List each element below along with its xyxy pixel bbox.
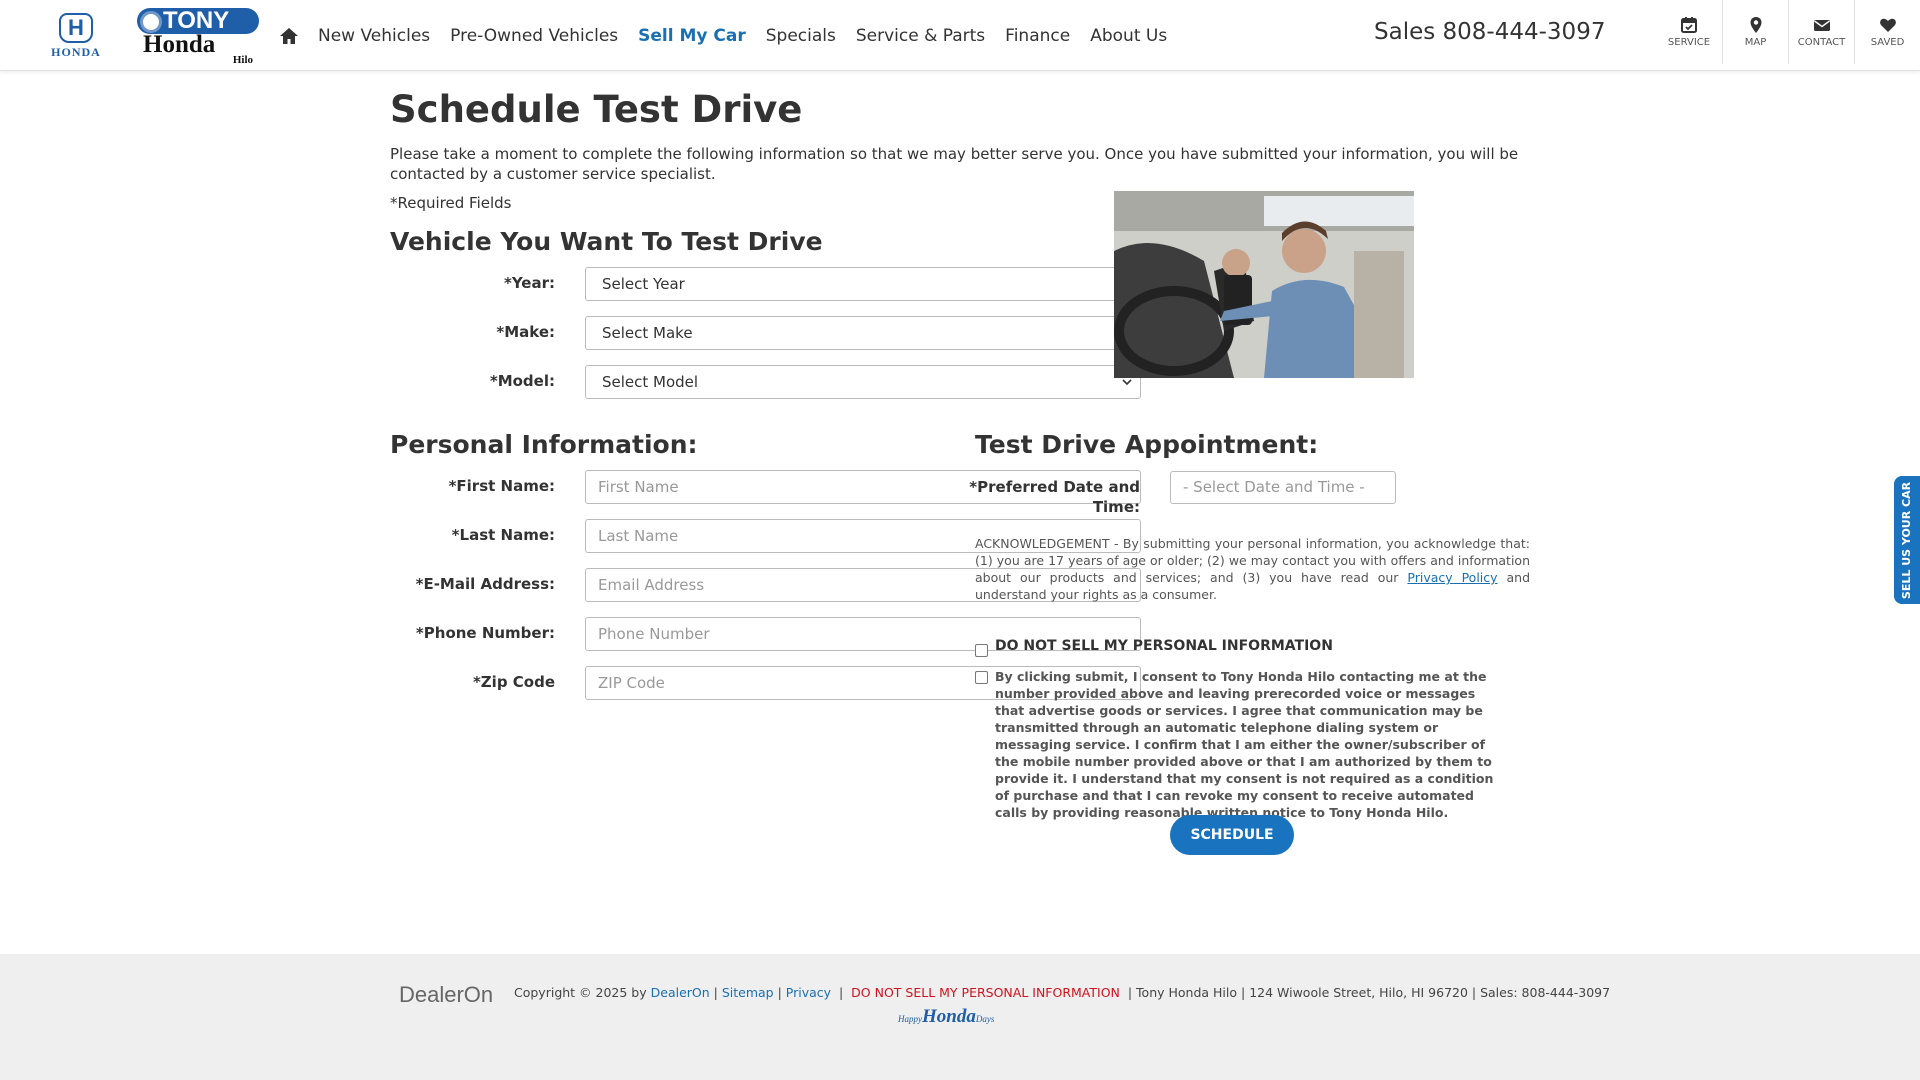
dealer-logo-middle: Honda	[143, 31, 216, 58]
side-tab-label: SELL US YOUR CAR	[1900, 481, 1914, 599]
honda-h-mark: H	[59, 13, 93, 43]
dealer-logo-top-text: TONY	[163, 7, 230, 34]
date-time-picker[interactable]: - Select Date and Time -	[1170, 471, 1396, 504]
map-pin-icon	[1750, 17, 1761, 33]
year-select-value: Select Year	[602, 275, 685, 293]
chevron-down-icon	[1122, 379, 1132, 386]
schedule-button[interactable]: SCHEDULE	[1170, 815, 1294, 855]
envelope-icon	[1813, 20, 1830, 31]
appointment-heading: Test Drive Appointment:	[975, 430, 1319, 459]
tool-saved[interactable]: SAVED	[1854, 0, 1920, 64]
last-name-label: *Last Name:	[451, 526, 555, 544]
do-not-sell-label: DO NOT SELL MY PERSONAL INFORMATION	[995, 638, 1333, 654]
sell-us-your-car-tab[interactable]: SELL US YOUR CAR	[1894, 476, 1920, 604]
hhd-post: Days	[975, 1014, 995, 1024]
test-drive-photo	[1114, 191, 1414, 378]
consent-checkbox[interactable]	[975, 671, 988, 684]
honda-logo[interactable]: H HONDA	[42, 13, 110, 59]
date-label-line1: *Preferred Date and	[969, 478, 1140, 496]
tool-contact[interactable]: CONTACT	[1788, 0, 1854, 64]
make-select-value: Select Make	[602, 324, 693, 342]
site-header: H HONDA TONY Honda Hilo New Vehicles Pre…	[0, 0, 1920, 71]
privacy-policy-link[interactable]: Privacy Policy	[1407, 570, 1497, 585]
privacy-link[interactable]: Privacy	[786, 985, 831, 1000]
first-name-label: *First Name:	[448, 477, 555, 495]
model-select[interactable]: Select Model	[585, 365, 1141, 399]
year-label: *Year:	[503, 274, 555, 292]
home-icon[interactable]	[279, 26, 299, 46]
page-title: Schedule Test Drive	[390, 88, 803, 131]
nav-finance[interactable]: Finance	[1005, 26, 1070, 46]
nav-about-us[interactable]: About Us	[1090, 26, 1167, 46]
nav-pre-owned-vehicles[interactable]: Pre-Owned Vehicles	[450, 26, 618, 46]
sitemap-link[interactable]: Sitemap	[722, 985, 774, 1000]
honda-wordmark: HONDA	[51, 45, 101, 59]
tool-service[interactable]: SERVICE	[1656, 0, 1722, 64]
sales-phone[interactable]: Sales 808-444-3097	[1374, 19, 1605, 45]
year-select[interactable]: Select Year	[585, 267, 1141, 301]
footer-links: Copyright © 2025 by DealerOn | Sitemap |…	[514, 985, 1611, 1000]
dealer-logo-bottom: Hilo	[232, 54, 253, 66]
dealer-logo-emblem	[140, 11, 162, 33]
tool-map-label: MAP	[1744, 37, 1767, 48]
photo-illustration	[1114, 191, 1414, 378]
main-nav: New Vehicles Pre-Owned Vehicles Sell My …	[279, 24, 1187, 48]
consent-text: By clicking submit, I consent to Tony Ho…	[995, 669, 1494, 820]
date-label-line2: Time:	[1092, 498, 1140, 516]
tool-map[interactable]: MAP	[1722, 0, 1788, 64]
copyright-text: Copyright © 2025 by	[514, 985, 651, 1000]
site-footer: DealerOn Copyright © 2025 by DealerOn | …	[0, 954, 1920, 1080]
dealeron-logo[interactable]: DealerOn	[399, 982, 493, 1008]
header-tools: SERVICE MAP CONTACT SAVED	[1656, 0, 1920, 64]
zip-label: *Zip Code	[472, 673, 555, 691]
nav-specials[interactable]: Specials	[766, 26, 836, 46]
dealer-logo[interactable]: TONY Honda Hilo	[137, 6, 259, 66]
make-select[interactable]: Select Make	[585, 316, 1141, 350]
nav-sell-my-car[interactable]: Sell My Car	[638, 26, 746, 46]
nav-new-vehicles[interactable]: New Vehicles	[318, 26, 430, 46]
phone-label: *Phone Number:	[415, 624, 555, 642]
personal-heading: Personal Information:	[390, 430, 698, 459]
dealeron-link[interactable]: DealerOn	[651, 985, 710, 1000]
model-select-value: Select Model	[602, 373, 699, 391]
dealer-address: Tony Honda Hilo | 124 Wiwoole Street, Hi…	[1136, 985, 1611, 1000]
footer-do-not-sell-link[interactable]: DO NOT SELL MY PERSONAL INFORMATION	[851, 985, 1120, 1000]
tool-contact-label: CONTACT	[1797, 37, 1846, 48]
hhd-main: Honda	[922, 1006, 976, 1027]
do-not-sell-checkbox[interactable]	[975, 644, 988, 657]
tool-saved-label: SAVED	[1870, 37, 1905, 48]
acknowledgement-text: ACKNOWLEDGEMENT - By submitting your per…	[975, 535, 1530, 603]
tool-service-label: SERVICE	[1667, 37, 1711, 48]
hhd-pre: Happy	[898, 1014, 922, 1024]
calendar-icon	[1681, 17, 1697, 33]
vehicle-heading: Vehicle You Want To Test Drive	[390, 227, 823, 256]
model-label: *Model:	[489, 372, 555, 390]
email-label: *E-Mail Address:	[415, 575, 555, 593]
happy-honda-days-logo: HappyHondaDays	[898, 1006, 994, 1028]
heart-icon	[1879, 18, 1896, 32]
nav-service-parts[interactable]: Service & Parts	[856, 26, 985, 46]
make-label: *Make:	[496, 323, 555, 341]
intro-text: Please take a moment to complete the fol…	[390, 145, 1519, 183]
date-label: *Preferred Date and Time:	[940, 477, 1140, 517]
